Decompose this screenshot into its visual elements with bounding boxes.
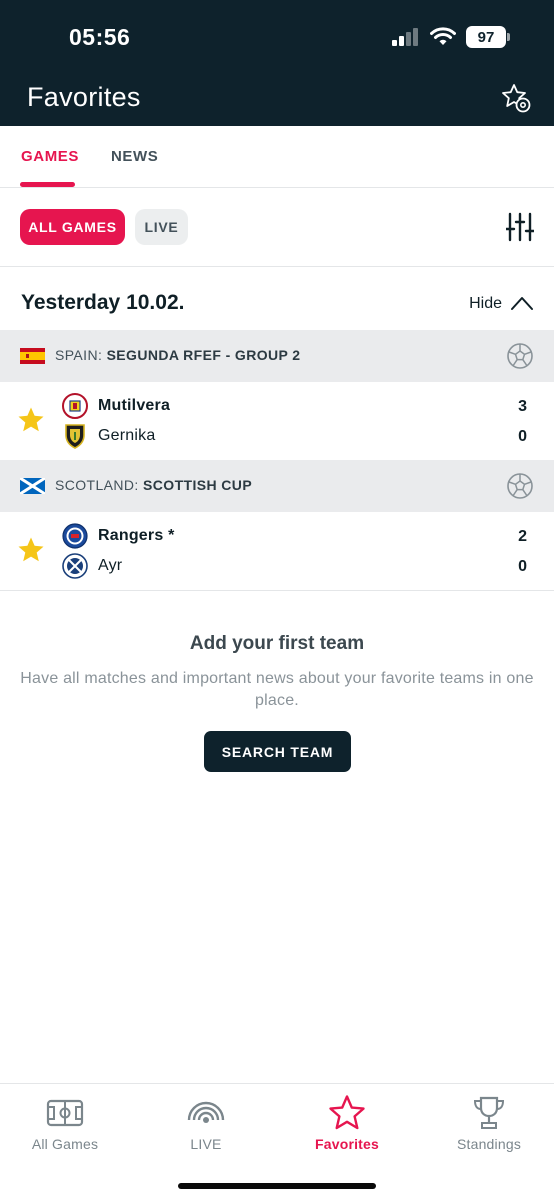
team-name: Gernika: [98, 427, 156, 444]
app-header: 05:56 97 Favorites: [0, 0, 554, 126]
nav-label: LIVE: [190, 1136, 222, 1152]
tab-games[interactable]: GAMES: [21, 148, 79, 165]
nav-label: Standings: [456, 1136, 522, 1152]
live-filter-button[interactable]: LIVE: [135, 209, 188, 245]
filter-bar: ALL GAMES LIVE: [0, 188, 554, 267]
live-icon: [187, 1101, 225, 1123]
star-icon: [329, 1095, 365, 1130]
chevron-up-icon[interactable]: [510, 295, 534, 311]
empty-state-description: Have all matches and important news abou…: [20, 670, 534, 709]
field-icon: [46, 1099, 84, 1127]
divider: [0, 590, 554, 591]
wifi-icon: [430, 27, 456, 45]
spain-flag-icon: [20, 348, 45, 364]
nav-standings[interactable]: Standings: [424, 1094, 554, 1152]
hide-toggle[interactable]: Hide: [469, 295, 502, 313]
home-score: 2: [518, 528, 527, 545]
home-team: Mutilvera: [62, 393, 170, 419]
tab-news[interactable]: NEWS: [111, 148, 158, 165]
nav-label: Favorites: [314, 1136, 380, 1152]
league-country: SPAIN:: [55, 347, 103, 363]
star-icon[interactable]: [17, 536, 45, 564]
status-icons: 97: [392, 26, 510, 48]
football-icon: [507, 343, 533, 369]
league-country: SCOTLAND:: [55, 477, 139, 493]
away-team: Ayr: [62, 553, 122, 579]
rangers-crest-icon: [62, 523, 88, 549]
mutilvera-crest-icon: [62, 393, 88, 419]
league-name: SPAIN: SEGUNDA RFEF - GROUP 2: [55, 347, 301, 363]
league-name: SCOTLAND: SCOTTISH CUP: [55, 477, 252, 493]
team-name: Ayr: [98, 557, 123, 574]
trophy-icon: [473, 1096, 505, 1129]
home-score: 3: [518, 398, 527, 415]
search-team-button[interactable]: SEARCH TEAM: [204, 731, 351, 772]
league-title: SEGUNDA RFEF - GROUP 2: [106, 347, 301, 363]
nav-label: All Games: [31, 1136, 99, 1152]
all-games-filter-button[interactable]: ALL GAMES: [20, 209, 125, 245]
league-title: SCOTTISH CUP: [143, 477, 253, 493]
home-team: Rangers *: [62, 523, 175, 549]
home-indicator[interactable]: [178, 1183, 376, 1189]
page-title: Favorites: [27, 82, 141, 112]
star-icon[interactable]: [17, 406, 45, 434]
away-score: 0: [518, 428, 527, 445]
league-header[interactable]: SPAIN: SEGUNDA RFEF - GROUP 2: [0, 330, 554, 382]
away-score: 0: [518, 558, 527, 575]
team-name: Mutilvera: [98, 397, 171, 414]
empty-state-title: Add your first team: [189, 633, 365, 654]
match-row[interactable]: Mutilvera 3 Gernika 0: [0, 382, 554, 460]
scotland-flag-icon: [20, 478, 45, 494]
date-label: Yesterday 10.02.: [21, 291, 185, 314]
battery-indicator: 97: [466, 26, 510, 48]
date-group-header: Yesterday 10.02. Hide: [0, 267, 554, 330]
active-tab-indicator: [20, 182, 75, 187]
team-name: Rangers *: [98, 527, 175, 544]
gernika-crest-icon: [65, 424, 85, 449]
nav-live[interactable]: LIVE: [141, 1094, 271, 1152]
football-icon: [507, 473, 533, 499]
tab-bar: GAMES NEWS: [0, 126, 554, 188]
nav-favorites[interactable]: Favorites: [282, 1094, 412, 1152]
ayr-crest-icon: [62, 553, 88, 579]
nav-all-games[interactable]: All Games: [0, 1094, 130, 1152]
match-row[interactable]: Rangers * 2 Ayr 0: [0, 512, 554, 590]
status-time: 05:56: [69, 24, 131, 50]
signal-icon: [392, 28, 418, 46]
favorites-settings-icon[interactable]: [500, 82, 532, 114]
league-header[interactable]: SCOTLAND: SCOTTISH CUP: [0, 460, 554, 512]
sliders-icon[interactable]: [506, 212, 534, 242]
away-team: Gernika: [62, 423, 155, 449]
